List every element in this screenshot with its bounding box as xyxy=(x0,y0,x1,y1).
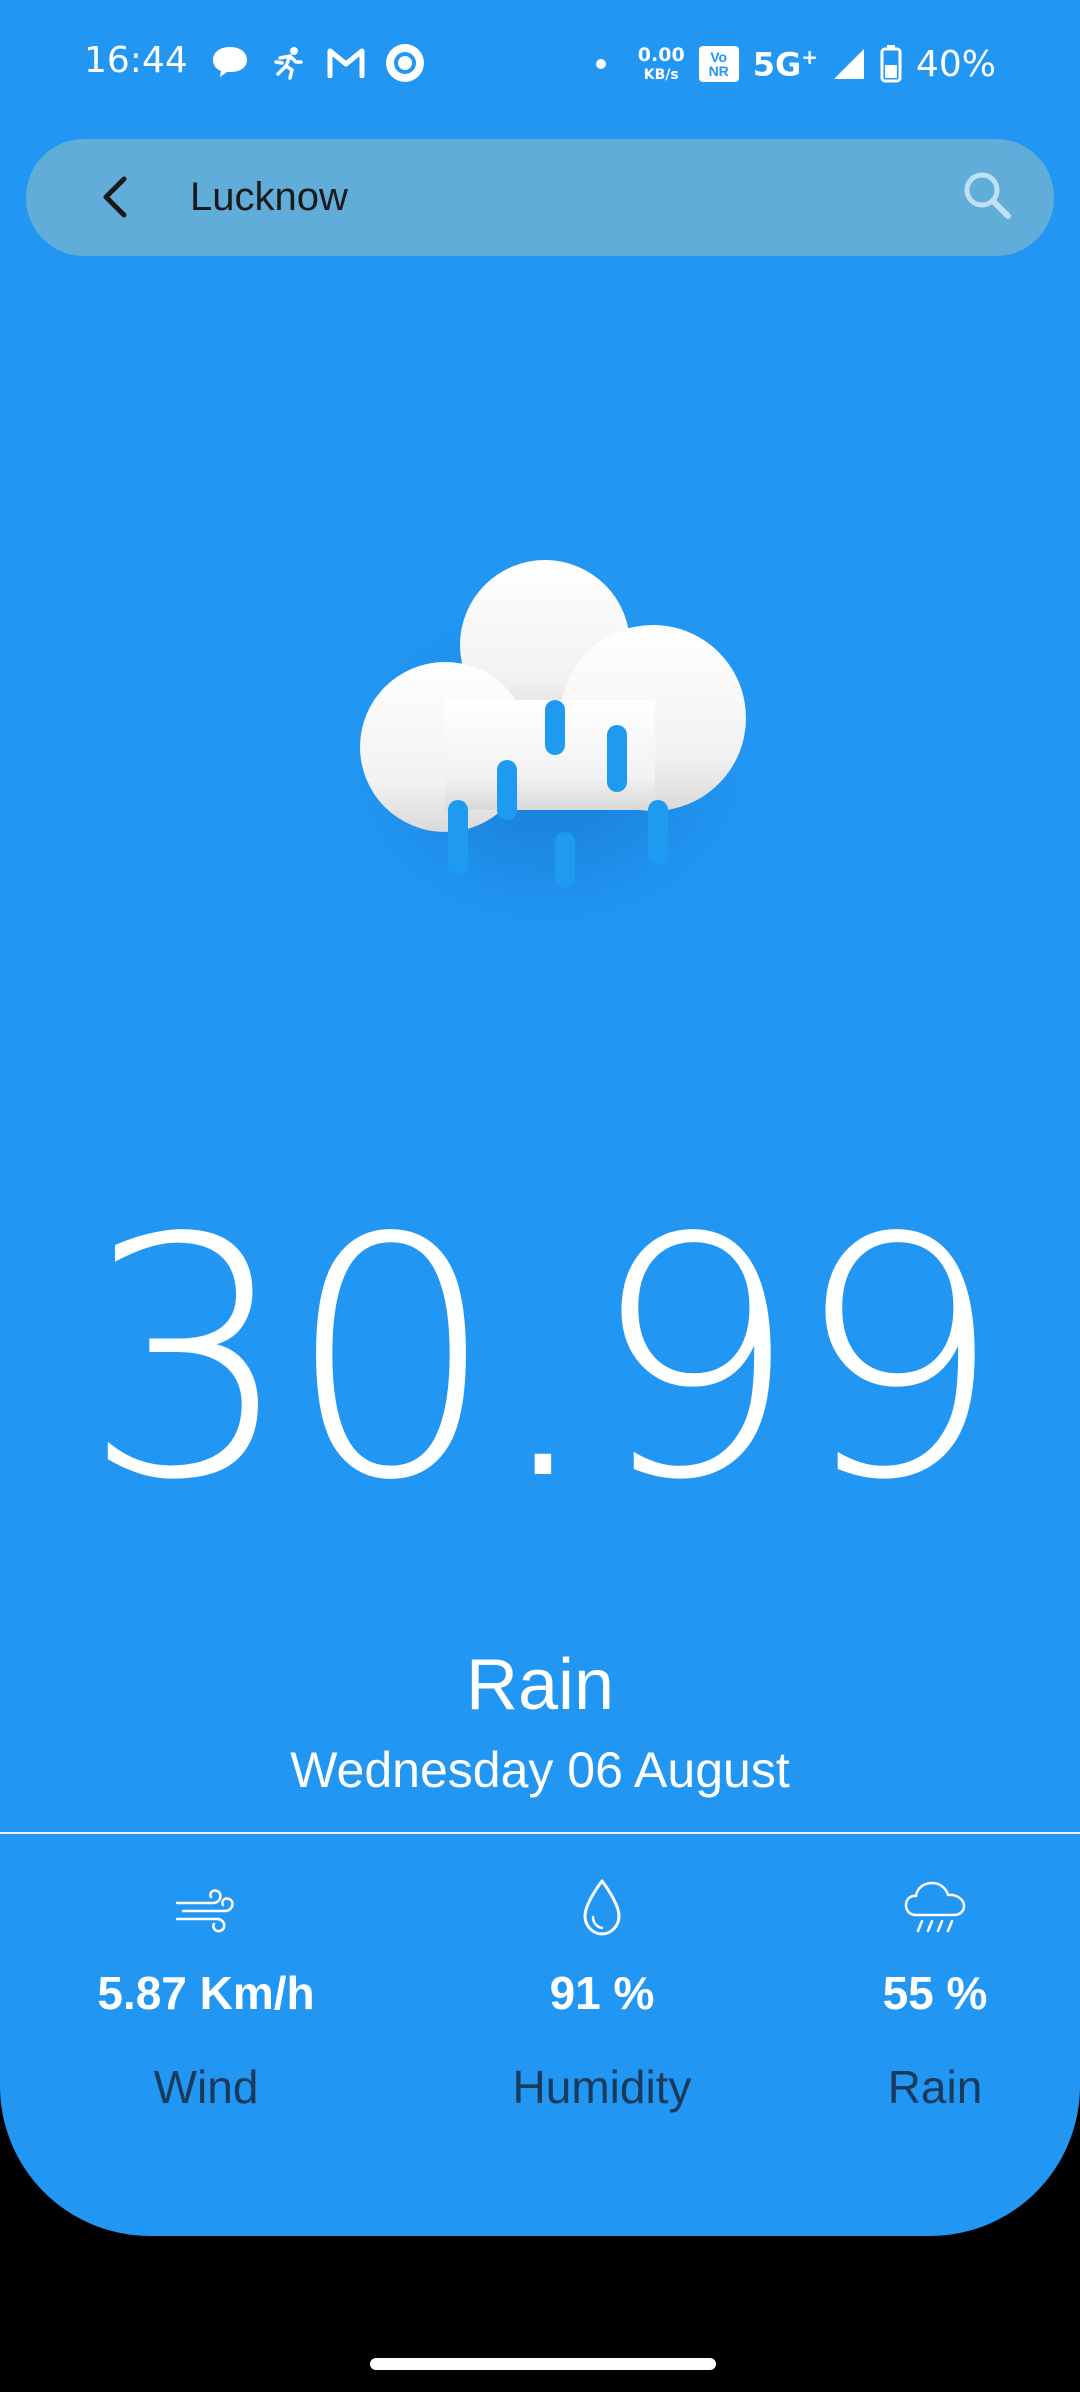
search-icon[interactable] xyxy=(960,168,1014,222)
weather-app-screen: 16:44 0.00 KB/s Vo NR 5G+ 40% Lucknow 30… xyxy=(0,0,1080,2236)
humidity-label: Humidity xyxy=(512,2061,692,2113)
network-type: 5G+ xyxy=(753,45,818,84)
vonr-top: Vo xyxy=(710,49,728,65)
search-bar xyxy=(26,139,1054,256)
humidity-value: 91 % xyxy=(549,1967,655,2019)
home-indicator[interactable] xyxy=(370,2358,716,2370)
wind-icon xyxy=(175,1889,234,1933)
section-divider xyxy=(0,1832,1080,1834)
status-time: 16:44 xyxy=(84,40,188,81)
back-arrow-icon[interactable] xyxy=(92,171,144,223)
gmail-icon xyxy=(327,48,365,78)
vonr-bottom: NR xyxy=(708,63,729,79)
status-right-group: 0.00 KB/s Vo NR 5G+ 40% xyxy=(595,36,996,92)
city-search-input[interactable] xyxy=(162,159,942,235)
weather-condition: Rain xyxy=(465,1645,615,1725)
wind-value: 5.87 Km/h xyxy=(97,1967,315,2019)
rain-label: Rain xyxy=(887,2061,983,2113)
wind-stat: 5.87 Km/h Wind xyxy=(26,1875,386,2117)
battery-icon xyxy=(880,45,902,83)
notification-dot xyxy=(595,59,606,69)
circle-app-icon xyxy=(386,44,424,82)
battery-percent: 40% xyxy=(915,43,996,85)
wind-label: Wind xyxy=(153,2061,259,2113)
rain-icon xyxy=(904,1881,966,1933)
temperature-value: 30.99 xyxy=(82,1168,1004,1552)
signal-icon xyxy=(833,49,864,79)
rain-cloud-icon xyxy=(340,560,775,920)
humidity-stat: 91 % Humidity xyxy=(422,1875,782,2117)
chat-bubble-icon xyxy=(213,47,247,77)
running-icon xyxy=(274,47,303,80)
network-speed: 0.00 KB/s xyxy=(637,44,685,83)
network-label: 5G xyxy=(752,45,802,84)
net-speed-value: 0.00 xyxy=(637,44,685,66)
network-plus: + xyxy=(801,44,818,69)
rain-stat: 55 % Rain xyxy=(755,1875,1080,2117)
rain-value: 55 % xyxy=(882,1967,988,2019)
weather-date: Wednesday 06 August xyxy=(290,1742,790,1798)
water-drop-icon xyxy=(583,1879,621,1936)
net-speed-unit: KB/s xyxy=(643,67,679,83)
status-bar: 16:44 0.00 KB/s Vo NR 5G+ 40% xyxy=(0,0,1080,126)
vonr-badge: Vo NR xyxy=(698,46,739,82)
